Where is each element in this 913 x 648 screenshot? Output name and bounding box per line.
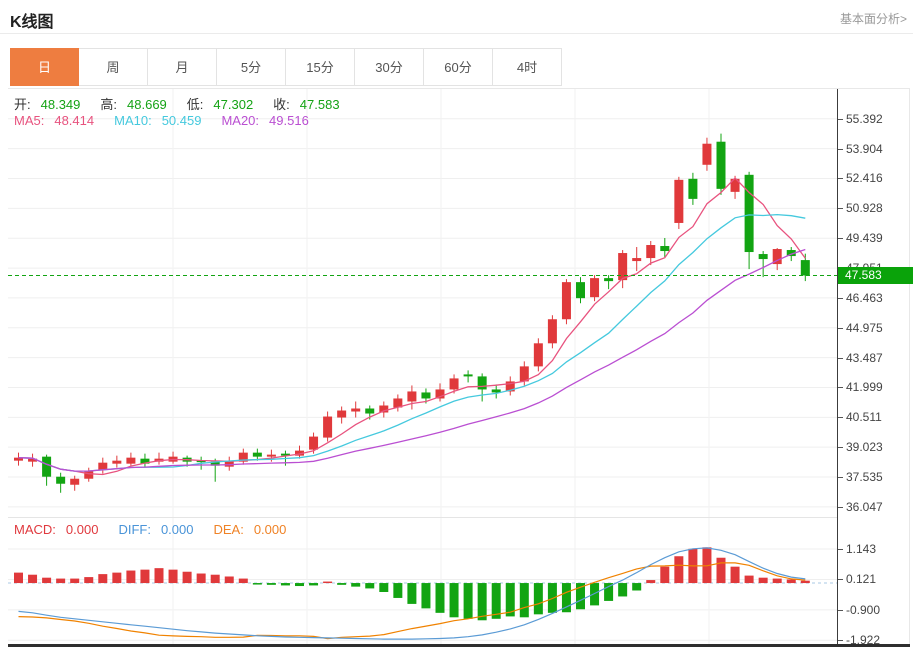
y-axis-label: 1.143 [846, 542, 877, 556]
y-axis-tick [838, 447, 843, 449]
y-axis-tick [838, 357, 843, 359]
grid-layer [8, 89, 837, 517]
ohlc-legend: 开: 48.349 高: 48.669 低: 47.302 收: 47.583 [14, 94, 360, 113]
y-axis-tick [838, 238, 843, 240]
y-axis-tick [838, 477, 843, 478]
kline-page: { "header": { "title": "K线图", "link": "基… [0, 0, 913, 648]
tab-0[interactable]: 日 [10, 48, 79, 86]
y-axis-tick [838, 549, 843, 550]
legend-item: 高: 48.669 [100, 97, 167, 112]
y-axis-label: 50.928 [846, 201, 883, 216]
legend-item: DIFF: 0.000 [118, 522, 194, 537]
ma10-line [18, 213, 806, 472]
legend-item: DEA: 0.000 [213, 522, 287, 537]
main-chart-svg[interactable] [8, 89, 837, 517]
panel-divider [8, 517, 837, 518]
ma5-line [18, 177, 806, 476]
y-axis-tick [838, 506, 843, 508]
y-axis-tick [838, 148, 843, 150]
y-axis-tick [838, 417, 843, 419]
y-axis-label: 46.463 [846, 290, 883, 305]
y-axis-label: 37.535 [846, 470, 883, 484]
y-axis-label: 49.439 [846, 231, 883, 246]
page-title: K线图 [10, 14, 54, 31]
y-axis-tick [838, 640, 843, 642]
legend-item: MA10: 50.459 [114, 113, 202, 128]
y-axis-label: 53.904 [846, 141, 883, 156]
y-axis-tick [838, 327, 843, 329]
y-axis-tick [838, 208, 843, 210]
current-price-badge: 47.583 [838, 267, 913, 285]
y-axis-label: 44.975 [846, 320, 883, 335]
y-axis-label: 52.416 [846, 171, 883, 186]
y-axis-label: 39.023 [846, 440, 883, 455]
y-axis-label: 40.511 [846, 410, 882, 425]
tab-bar: 日周月 5分 15分 30分 60分 4时 [10, 48, 562, 88]
legend-item: 收: 47.583 [273, 97, 340, 112]
tab-1[interactable]: 周 [79, 48, 148, 86]
y-axis-tick [838, 579, 843, 581]
y-axis-tick [838, 178, 843, 180]
y-axis-label: -0.900 [846, 602, 881, 617]
legend-item: MA20: 49.516 [221, 113, 309, 128]
y-axis-tick [838, 297, 843, 299]
tab-7[interactable]: 4时 [493, 48, 562, 86]
legend-item: MACD: 0.000 [14, 522, 99, 537]
macd-legend: MACD: 0.000 DIFF: 0.000 DEA: 0.000 [14, 522, 306, 537]
tab-5[interactable]: 30分 [355, 48, 424, 86]
tab-4[interactable]: 15分 [286, 48, 355, 86]
chart-panel: 开: 48.349 高: 48.669 低: 47.302 收: 47.583 MA5: 48.… [8, 88, 913, 647]
header: K线图 基本面分析> [0, 0, 913, 34]
y-axis-tick [838, 118, 843, 120]
y-axis-label: 36.047 [846, 499, 883, 514]
y-axis-line [837, 89, 838, 645]
tab-3[interactable]: 5分 [217, 48, 286, 86]
macd-histogram [14, 547, 810, 621]
y-axis-label: 41.999 [846, 380, 883, 395]
ma-legend: MA5: 48.414 MA10: 50.459 MA20: 49.516 [14, 113, 329, 128]
legend-item: 低: 47.302 [186, 97, 254, 112]
y-axis-tick [838, 609, 843, 611]
fundamental-analysis-link[interactable]: 基本面分析> [840, 10, 907, 27]
legend-item: MA5: 48.414 [14, 113, 95, 128]
ma20-line [18, 248, 806, 472]
y-axis-label: 55.392 [846, 111, 883, 126]
tab-2[interactable]: 月 [148, 48, 217, 86]
y-axis-tick [838, 387, 843, 389]
tab-6[interactable]: 60分 [424, 48, 493, 86]
legend-item: 开: 48.349 [14, 97, 81, 112]
y-axis-label: 43.487 [846, 350, 883, 365]
bottom-axis-bar [8, 644, 910, 647]
panel-right-border [909, 89, 910, 645]
y-axis-label: 0.121 [846, 572, 877, 587]
